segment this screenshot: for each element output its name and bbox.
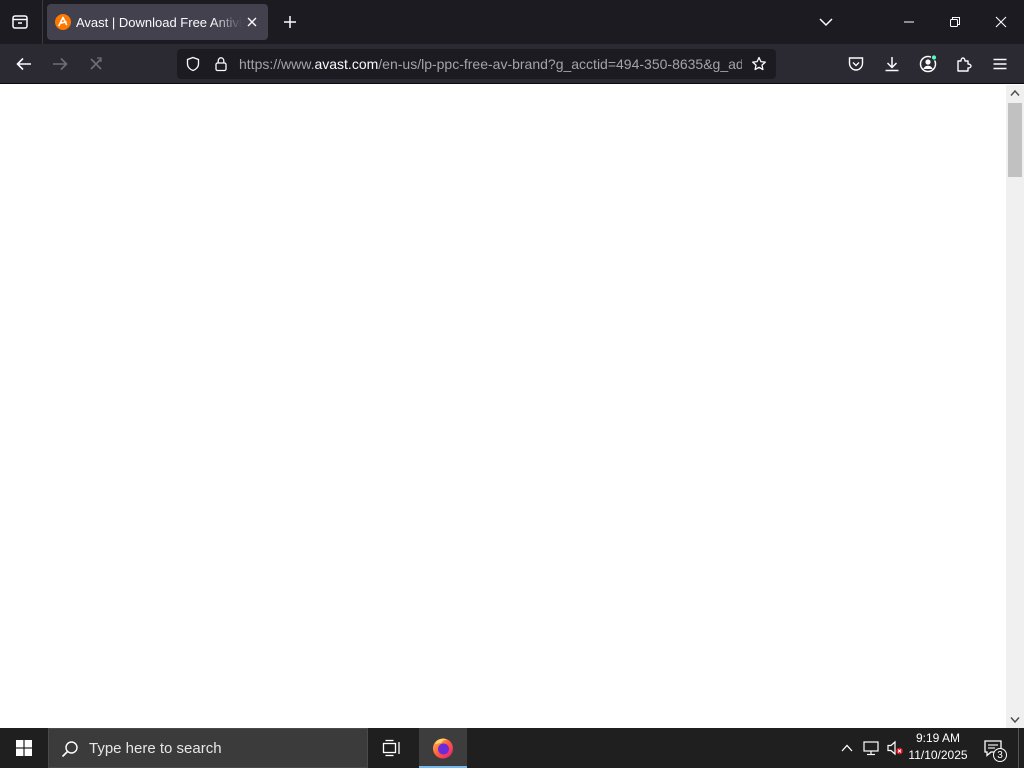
download-icon [885, 57, 899, 72]
chevron-up-icon [1010, 89, 1020, 96]
notification-count-badge: 3 [993, 748, 1007, 762]
tab-avast[interactable]: Avast | Download Free Antivirus & VPN | … [47, 4, 268, 40]
volume-muted-icon [887, 740, 903, 756]
tracking-protection-shield-icon[interactable] [185, 56, 201, 72]
stop-icon [90, 57, 102, 70]
close-icon [247, 17, 257, 27]
search-icon [61, 741, 78, 758]
app-menu-button[interactable] [986, 50, 1014, 78]
clock-time: 9:19 AM [915, 731, 961, 745]
action-center-button[interactable]: 3 [976, 728, 1010, 768]
task-view-button[interactable] [368, 728, 416, 768]
close-window-button[interactable] [978, 0, 1024, 44]
windows-taskbar: Type here to search 9:19 AM 11/10/2025 3 [0, 728, 1024, 768]
firefox-icon [433, 738, 453, 759]
minimize-button[interactable] [886, 0, 932, 44]
address-bar[interactable]: https://www.avast.com/en-us/lp-ppc-free-… [177, 49, 776, 79]
url-path: /en-us/lp-ppc-free-av-brand?g_acctid=494… [378, 56, 742, 72]
page-content [0, 85, 1006, 728]
task-view-icon [382, 739, 400, 757]
lock-icon[interactable] [213, 56, 229, 72]
new-tab-button[interactable] [276, 8, 304, 36]
account-button[interactable] [914, 50, 942, 78]
close-icon [995, 16, 1007, 28]
chevron-down-icon [819, 18, 833, 27]
extensions-button[interactable] [950, 50, 978, 78]
tab-list-button[interactable] [6, 8, 34, 36]
scroll-thumb[interactable] [1008, 103, 1022, 177]
tab-close-button[interactable] [244, 14, 260, 30]
tab-list-icon [12, 15, 28, 29]
network-button[interactable] [860, 728, 882, 768]
tab-separator [42, 0, 43, 44]
scroll-up-button[interactable] [1006, 85, 1024, 101]
network-icon [863, 741, 879, 756]
extensions-icon [957, 57, 972, 72]
show-hidden-icons-button[interactable] [836, 728, 858, 768]
stop-button[interactable] [82, 50, 110, 78]
taskbar-search-box[interactable]: Type here to search [48, 728, 368, 768]
forward-arrow-icon [53, 57, 68, 71]
scroll-down-button[interactable] [1006, 712, 1024, 728]
search-placeholder: Type here to search [89, 740, 222, 757]
windows-logo-icon [16, 740, 32, 756]
minimize-icon [904, 21, 914, 23]
downloads-button[interactable] [878, 50, 906, 78]
url-host: avast.com [314, 56, 379, 72]
taskbar-clock[interactable]: 9:19 AM 11/10/2025 [904, 730, 972, 766]
forward-button[interactable] [46, 50, 74, 78]
tab-strip: Avast | Download Free Antivirus & VPN | … [0, 0, 1024, 44]
chevron-down-icon [1010, 717, 1020, 724]
back-arrow-icon [16, 57, 31, 71]
plus-icon [284, 16, 296, 28]
avast-logo-icon [55, 14, 71, 30]
clock-date: 11/10/2025 [908, 748, 968, 762]
pocket-button[interactable] [842, 50, 870, 78]
hamburger-menu-icon [993, 58, 1007, 70]
vertical-scrollbar[interactable] [1006, 85, 1024, 728]
url-text[interactable]: https://www.avast.com/en-us/lp-ppc-free-… [239, 55, 742, 73]
pocket-icon [848, 57, 864, 71]
tab-title: Avast | Download Free Antivirus & VPN | … [76, 15, 242, 30]
taskbar-firefox-button[interactable] [419, 728, 467, 768]
restore-icon [950, 17, 960, 27]
start-button[interactable] [0, 728, 48, 768]
back-button[interactable] [10, 50, 38, 78]
restore-button[interactable] [932, 0, 978, 44]
navigation-toolbar: https://www.avast.com/en-us/lp-ppc-free-… [0, 44, 1024, 84]
list-all-tabs-button[interactable] [812, 8, 840, 36]
show-desktop-button[interactable] [1018, 728, 1024, 768]
bookmark-star-icon[interactable] [751, 56, 767, 72]
chevron-up-icon [841, 744, 853, 752]
url-protocol: https://www. [239, 56, 315, 72]
account-icon [919, 54, 938, 73]
volume-button[interactable] [884, 728, 906, 768]
